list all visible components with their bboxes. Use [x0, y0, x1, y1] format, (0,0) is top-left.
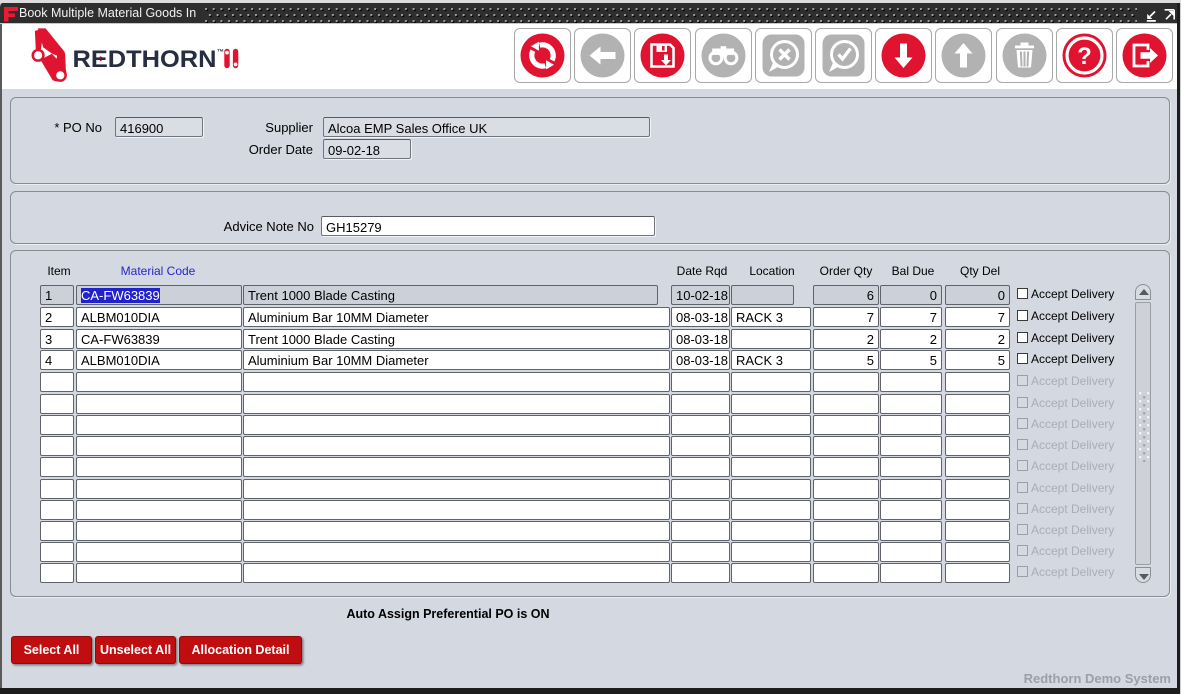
svg-text:™: ™ — [217, 49, 224, 56]
svg-text:?: ? — [1077, 43, 1092, 70]
svg-text:REDTHORN: REDTHORN — [73, 46, 217, 73]
